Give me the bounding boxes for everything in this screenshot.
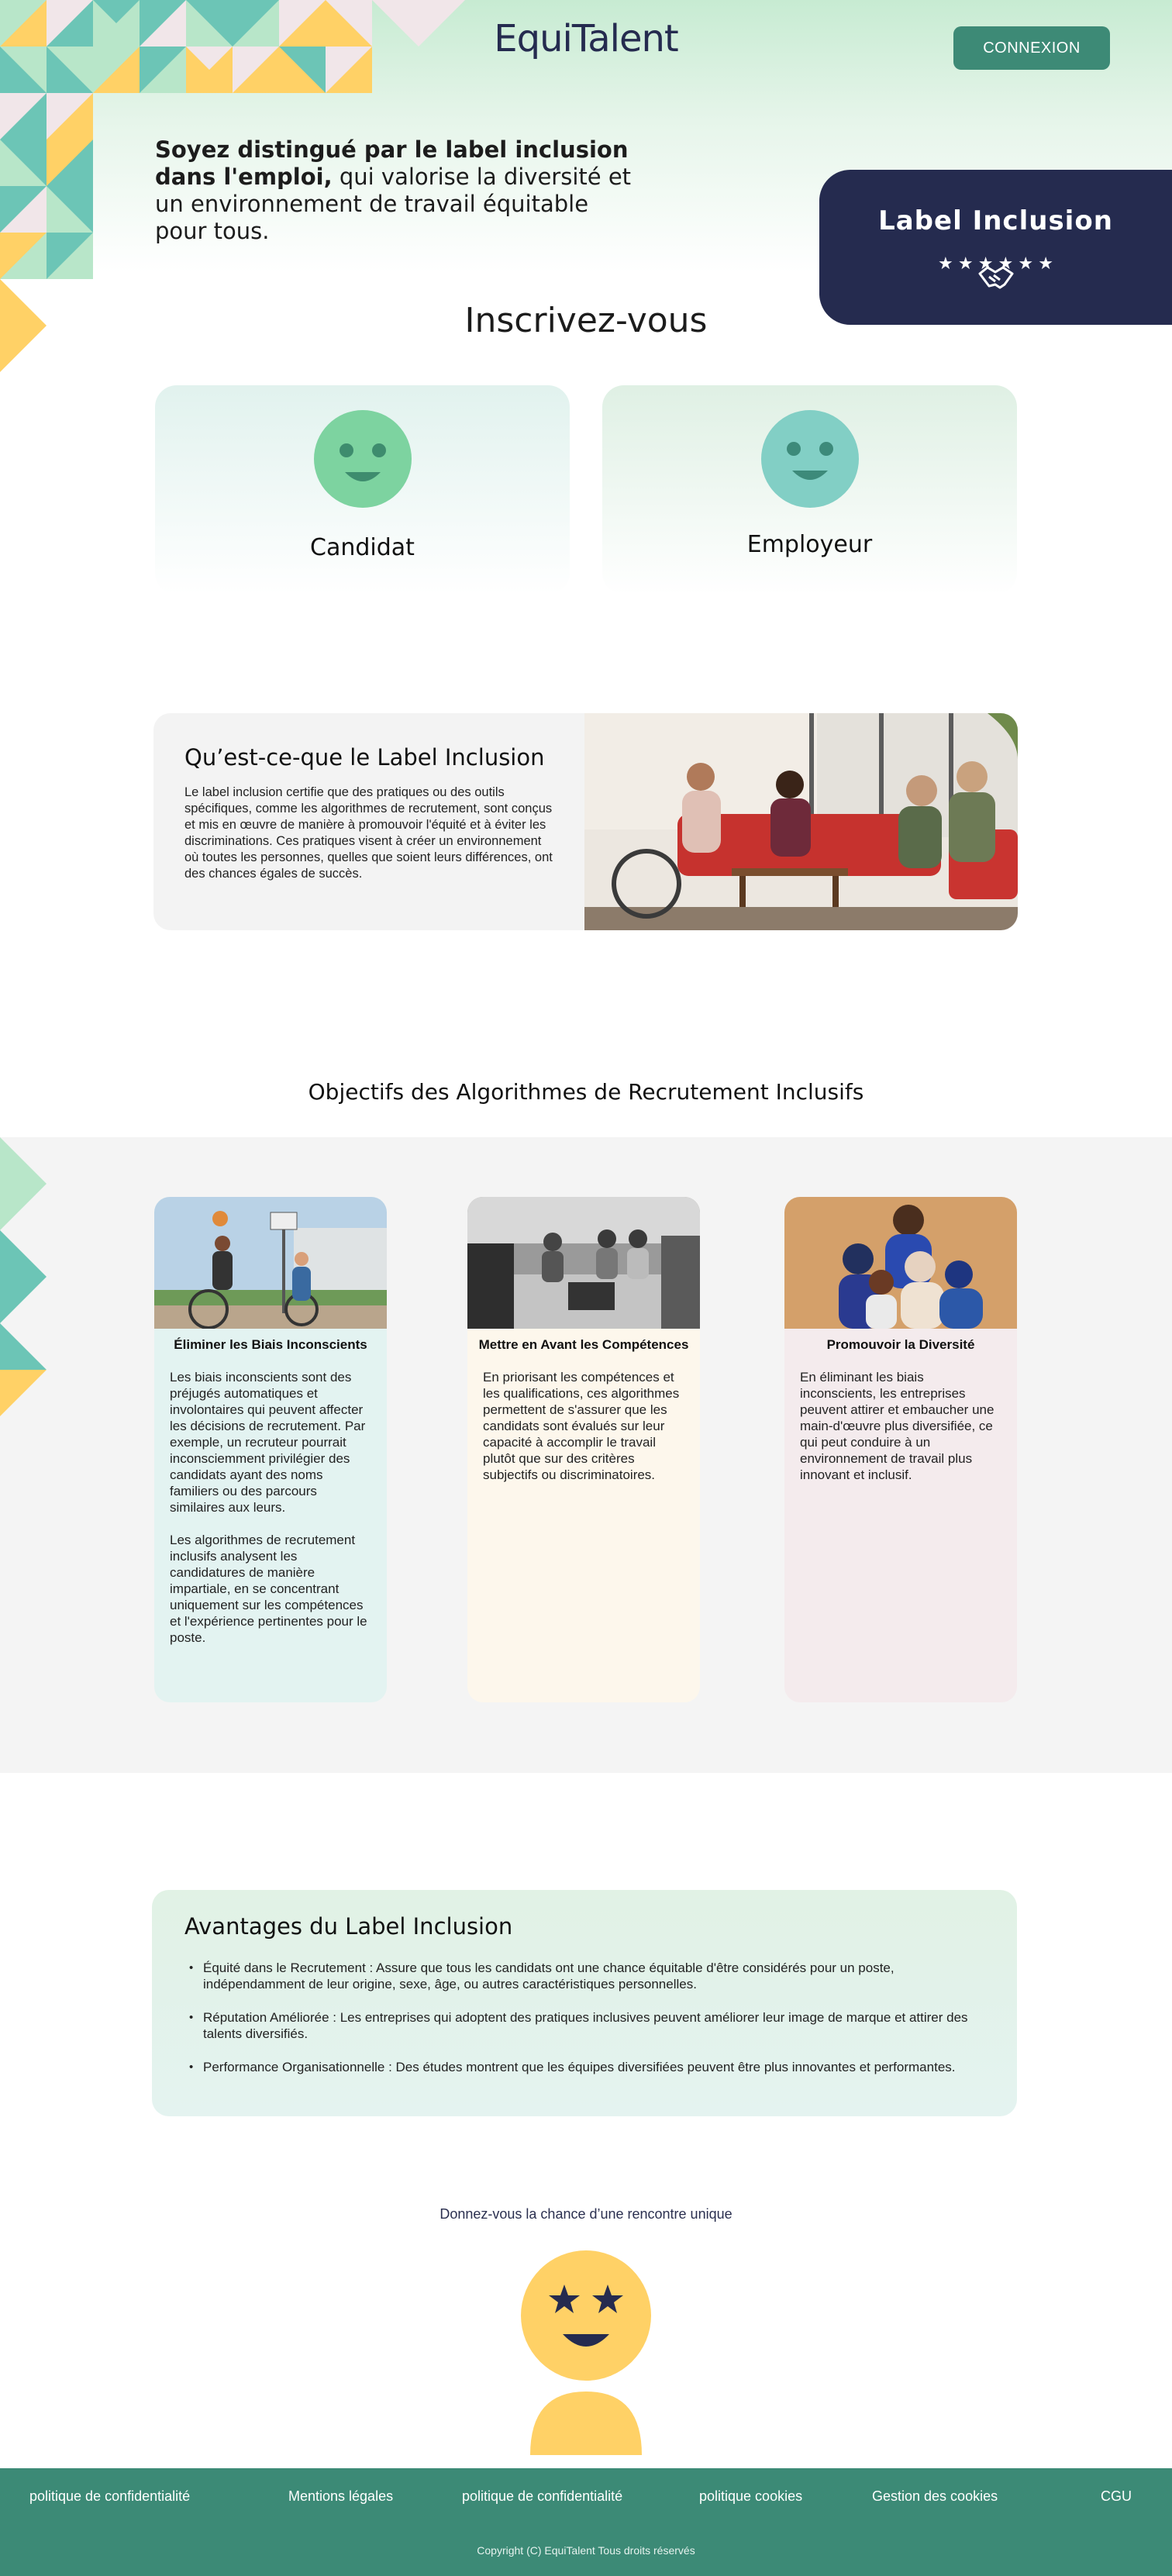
- signup-title: Inscrivez-vous: [464, 301, 708, 340]
- employer-smiley-icon: [761, 410, 859, 508]
- copyright: Copyright (C) EquiTalent Tous droits rés…: [477, 2544, 695, 2557]
- objective-paragraph: En éliminant les biais inconscients, les…: [800, 1370, 994, 1482]
- office-laptop-photo: [467, 1197, 700, 1329]
- objective-text: En éliminant les biais inconscients, les…: [800, 1369, 1003, 1483]
- objective-title: Mettre en Avant les Compétences: [478, 1337, 689, 1352]
- candidate-smiley-icon: [314, 410, 412, 508]
- what-is-text: Le label inclusion certifie que des prat…: [184, 785, 553, 881]
- employer-card[interactable]: Employeur: [602, 385, 1017, 595]
- advantages-list: Équité dans le Recrutement : Assure que …: [184, 1960, 991, 2092]
- footer: politique de confidentialité Mentions lé…: [0, 2468, 1172, 2576]
- objective-paragraph: Les biais inconscients sont des préjugés…: [170, 1370, 366, 1515]
- footer-link-legal[interactable]: Mentions légales: [288, 2488, 393, 2505]
- objective-title: Éliminer les Biais Inconscients: [174, 1337, 367, 1352]
- objective-title: Promouvoir la Diversité: [826, 1337, 975, 1352]
- diverse-group-photo: [784, 1197, 1017, 1329]
- footer-link-cgu[interactable]: CGU: [1101, 2488, 1132, 2505]
- star-eyes-mascot-icon: [521, 2250, 651, 2455]
- objective-card-biais: Éliminer les Biais Inconscients Les biai…: [154, 1197, 387, 1702]
- footer-link-cookie-management[interactable]: Gestion des cookies: [872, 2488, 998, 2505]
- label-badge-title: Label Inclusion: [878, 205, 1113, 236]
- employer-label: Employeur: [746, 531, 873, 558]
- objective-paragraph: Les algorithmes de recrutement inclusifs…: [170, 1533, 367, 1645]
- footer-link-privacy-2[interactable]: politique de confidentialité: [462, 2488, 622, 2505]
- list-item: Performance Organisationnelle : Des étud…: [184, 2059, 991, 2075]
- objective-paragraph: En priorisant les compétences et les qua…: [483, 1370, 680, 1482]
- candidate-card[interactable]: Candidat: [155, 385, 570, 595]
- hero-intro: Soyez distingué par le label inclusion d…: [155, 136, 636, 245]
- triangle-decoration: [0, 1137, 47, 1416]
- objectives-title: Objectifs des Algorithmes de Recrutement…: [308, 1079, 864, 1105]
- wheelchair-basketball-photo: [154, 1197, 387, 1329]
- what-is-title: Qu’est-ce-que le Label Inclusion: [184, 744, 545, 771]
- advantages-section: Avantages du Label Inclusion Équité dans…: [152, 1890, 1017, 2116]
- handshake-icon: [978, 266, 1014, 289]
- objective-text: En priorisant les compétences et les qua…: [483, 1369, 686, 1483]
- objective-card-diversite: Promouvoir la Diversité En éliminant les…: [784, 1197, 1017, 1702]
- advantages-title: Avantages du Label Inclusion: [184, 1913, 513, 1940]
- objective-text: Les biais inconscients sont des préjugés…: [170, 1369, 373, 1646]
- what-is-label-section: Qu’est-ce-que le Label Inclusion Le labe…: [153, 713, 1018, 930]
- login-button[interactable]: CONNEXION: [953, 26, 1110, 70]
- candidate-label: Candidat: [310, 534, 415, 561]
- cta-text: Donnez-vous la chance d’une rencontre un…: [440, 2206, 732, 2222]
- list-item: Équité dans le Recrutement : Assure que …: [184, 1960, 991, 1992]
- objective-card-competences: Mettre en Avant les Compétences En prior…: [467, 1197, 700, 1702]
- footer-link-cookies[interactable]: politique cookies: [699, 2488, 802, 2505]
- list-item: Réputation Améliorée : Les entreprises q…: [184, 2009, 991, 2042]
- team-meeting-photo: [584, 713, 1018, 930]
- footer-link-privacy[interactable]: politique de confidentialité: [29, 2488, 190, 2505]
